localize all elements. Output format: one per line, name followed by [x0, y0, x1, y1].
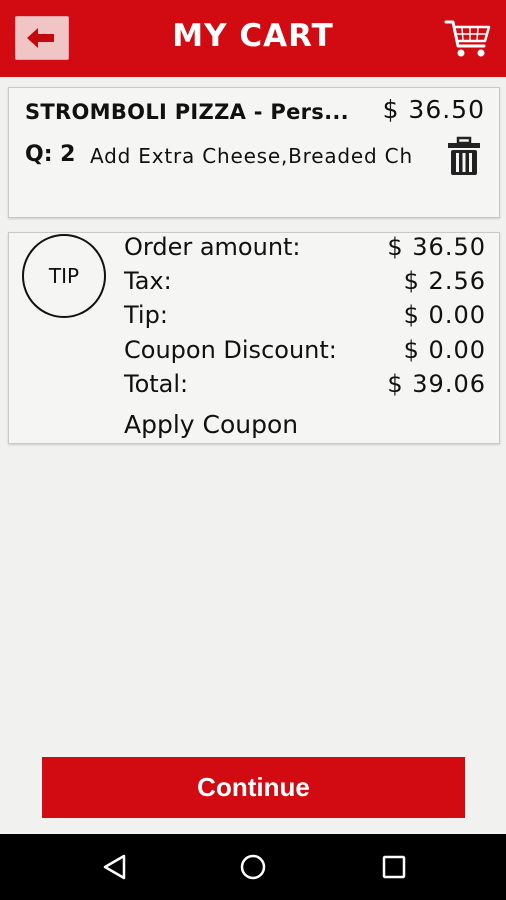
- system-navigation-bar: [0, 834, 506, 900]
- home-circle-icon[interactable]: [238, 852, 268, 882]
- back-triangle-icon[interactable]: [100, 852, 130, 882]
- item-name[interactable]: STROMBOLI PIZZA - Pers...: [25, 100, 365, 124]
- item-price: $ 36.50: [382, 95, 485, 124]
- trash-icon[interactable]: [446, 136, 482, 176]
- tip-label: TIP: [48, 264, 80, 288]
- continue-button[interactable]: Continue: [42, 757, 465, 818]
- page-title: MY CART: [172, 18, 334, 54]
- summary-label: Order amount:: [124, 233, 301, 261]
- summary-row-tip: Tip: $ 0.00: [124, 301, 486, 335]
- app-header: MY CART: [0, 0, 506, 77]
- summary-label: Total:: [124, 370, 189, 398]
- summary-value: $ 36.50: [387, 233, 486, 261]
- summary-row-total: Total: $ 39.06: [124, 370, 486, 404]
- tip-button[interactable]: TIP: [22, 234, 106, 318]
- summary-label: Tax:: [124, 267, 172, 295]
- summary-value: $ 2.56: [403, 267, 486, 295]
- item-quantity: Q: 2: [25, 142, 76, 167]
- item-options: Add Extra Cheese,Breaded Ch: [90, 144, 413, 168]
- summary-value: $ 39.06: [387, 370, 486, 398]
- summary-row-tax: Tax: $ 2.56: [124, 267, 486, 301]
- order-summary-card: TIP Order amount: $ 36.50 Tax: $ 2.56 Ti…: [8, 232, 500, 444]
- summary-value: $ 0.00: [403, 336, 486, 364]
- summary-label: Tip:: [124, 301, 168, 329]
- cart-item-card: STROMBOLI PIZZA - Pers... $ 36.50 Q: 2 A…: [8, 87, 500, 218]
- shopping-cart-icon[interactable]: [444, 18, 492, 60]
- summary-row-order-amount: Order amount: $ 36.50: [124, 233, 486, 267]
- summary-row-coupon-discount: Coupon Discount: $ 0.00: [124, 336, 486, 370]
- apply-coupon-link[interactable]: Apply Coupon: [124, 410, 298, 439]
- recents-square-icon[interactable]: [379, 852, 409, 882]
- summary-label: Coupon Discount:: [124, 336, 337, 364]
- summary-value: $ 0.00: [403, 301, 486, 329]
